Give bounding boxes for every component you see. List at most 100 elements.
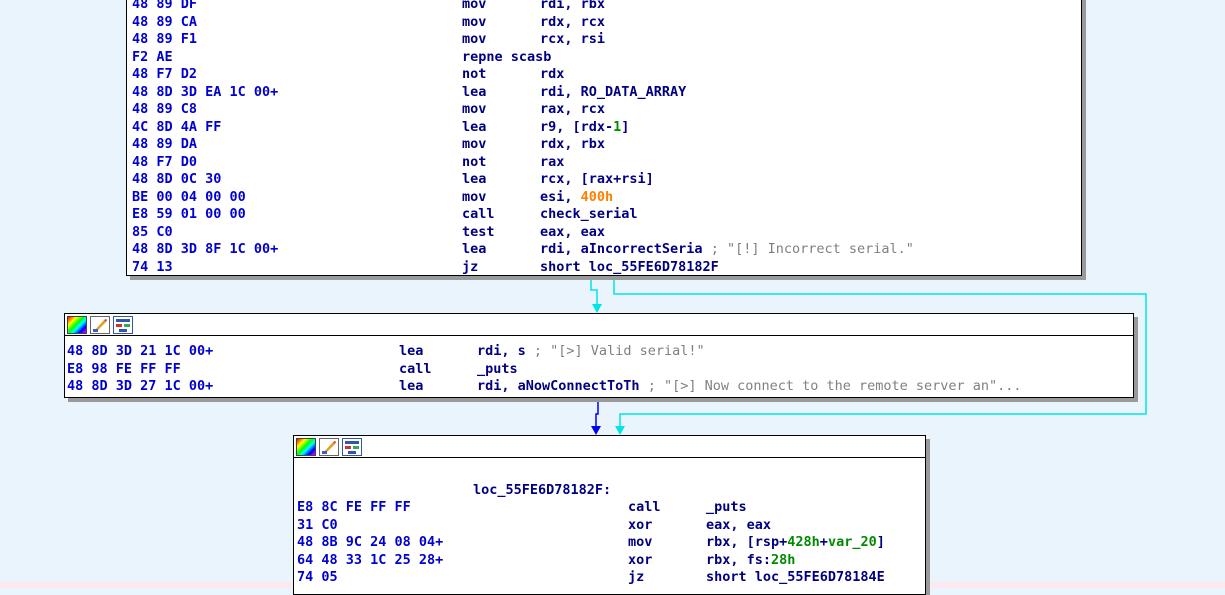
instruction-row[interactable]: E8 8C FE FF FF call _puts [294, 499, 925, 517]
mnemonic: lea [399, 343, 424, 359]
operands: check_serial [540, 206, 638, 224]
instruction-row[interactable]: 48 8D 3D 21 1C 00+ lea rdi, s ; "[>] Valid… [65, 343, 1133, 361]
edge-middle-to-bottom[interactable] [591, 398, 601, 435]
instruction-row[interactable]: 48 89 C8 mov rax, rcx [127, 101, 1081, 119]
mnemonic: test [462, 223, 495, 240]
mnemonic: not [462, 153, 487, 170]
opcode-bytes: 48 8D 0C 30 [132, 171, 222, 187]
pen-icon[interactable] [90, 315, 110, 334]
opcode-bytes: 64 48 33 1C 25 28+ [297, 551, 444, 568]
operand-part: short loc_55FE6D78182F [540, 258, 719, 275]
mnemonic: call [399, 360, 432, 377]
comment: ; "[!] Incorrect serial." [702, 241, 914, 257]
opcode-bytes: 74 05 [297, 569, 338, 585]
operand-part: eax, eax [706, 516, 772, 533]
mnemonic: not [462, 66, 487, 82]
instruction-row[interactable]: 48 8D 3D 27 1C 00+ lea rdi, aNowConnectToT… [65, 378, 1133, 396]
palette-icon[interactable] [296, 437, 316, 456]
opcode-bytes: 48 89 DF [132, 0, 198, 12]
instruction-row[interactable]: 48 89 F1 mov rcx, rsi [127, 31, 1081, 49]
operand-part: rax, rcx [540, 101, 606, 117]
operand-part: _puts [706, 499, 747, 515]
operand-part: _puts [477, 360, 518, 377]
edge-top-to-middle[interactable] [590, 276, 602, 313]
mnemonic: lea [462, 83, 487, 100]
mnemonic: xor [628, 551, 653, 568]
instruction-row[interactable]: 48 89 CA mov rdx, rcx [127, 14, 1081, 32]
operands: rbx, [rsp+428h+var_20] [706, 534, 885, 552]
opcode-bytes: 48 F7 D0 [132, 153, 198, 170]
operands: _puts [706, 499, 747, 517]
mnemonic: jz [462, 258, 479, 275]
operand-part: rdx, rbx [540, 136, 606, 152]
operands: rcx, rsi [540, 31, 605, 49]
mnemonic: call [462, 206, 495, 222]
mnemonic: jz [628, 569, 645, 585]
code-block-loc-55FE6D78182F[interactable]: loc_55FE6D78182F: E8 8C FE FF FF call _put… [293, 435, 926, 595]
instruction-row[interactable]: 48 8B 9C 24 08 04+ mov rbx, [rsp+428h+var_… [294, 534, 925, 552]
graph-view-icon[interactable] [342, 437, 362, 456]
instruction-row[interactable]: 74 13 jz short loc_55FE6D78182F [127, 258, 1081, 276]
label-loc-55FE6D78182F[interactable]: loc_55FE6D78182F: [473, 482, 611, 500]
opcode-bytes: 48 89 CA [132, 13, 198, 30]
operand-part: var_20 [827, 534, 877, 550]
instruction-row[interactable]: 48 F7 D2 not rdx [127, 66, 1081, 84]
palette-icon[interactable] [67, 315, 87, 334]
operands: r9, [rdx-1] [540, 119, 629, 137]
operand-part: check_serial [540, 206, 638, 222]
operand-part: rdi, aIncorrectSeria [540, 241, 703, 257]
opcode-bytes: 48 8D 3D EA 1C 00+ [132, 83, 279, 100]
instruction-row[interactable]: 48 8D 3D 8F 1C 00+ lea rdi, aIncorrectSeri… [127, 241, 1081, 259]
instruction-row[interactable]: E8 98 FE FF FF call _puts [65, 361, 1133, 379]
operands: rdi, s ; "[>] Valid serial!" [477, 343, 705, 361]
mnemonic: lea [462, 118, 487, 135]
instruction-row[interactable]: 74 05 jz short loc_55FE6D78184E [294, 569, 925, 587]
pen-icon[interactable] [319, 437, 339, 456]
operand-part: rbx, fs: [706, 551, 772, 568]
opcode-bytes: 74 13 [132, 258, 173, 275]
code-block-valid-serial[interactable]: 48 8D 3D 21 1C 00+ lea rdi, s ; "[>] Valid… [64, 313, 1134, 398]
comment: ; "[>] Valid serial!" [525, 343, 705, 359]
instruction-row[interactable]: 31 C0 xor eax, eax [294, 517, 925, 535]
operands: eax, eax [540, 224, 605, 242]
instruction-row[interactable]: F2 AE repne scasb [127, 49, 1081, 67]
instruction-row[interactable]: E8 59 01 00 00 call check_serial [127, 206, 1081, 224]
code-block-check-serial[interactable]: 48 89 DF mov rdi, rbx 48 89 CA mov rdx, rcx 48… [126, 0, 1082, 276]
operands: rdx, rcx [540, 14, 605, 32]
graph-view-icon[interactable] [113, 315, 133, 334]
mnemonic: call [628, 499, 661, 515]
instruction-row[interactable]: 48 89 DA mov rdx, rbx [127, 136, 1081, 154]
instruction-row[interactable]: 48 8D 3D EA 1C 00+ lea rdi, RO_DATA_ARRAY [127, 84, 1081, 102]
instruction-row[interactable]: 48 89 DF mov rdi, rbx [127, 0, 1081, 14]
operands: _puts [477, 361, 518, 379]
opcode-bytes: 48 F7 D2 [132, 66, 198, 82]
operands: rax, rcx [540, 101, 605, 119]
block-label: loc_55FE6D78182F: [294, 482, 925, 500]
operand-part: rax [540, 153, 565, 170]
opcode-bytes: 48 89 F1 [132, 31, 198, 47]
operand-part: rcx, rsi [540, 31, 606, 47]
mnemonic: lea [462, 241, 487, 257]
node-toolbar [65, 314, 1133, 336]
opcode-bytes: F2 AE [132, 48, 173, 65]
instruction-row[interactable]: 85 C0 test eax, eax [127, 224, 1081, 242]
operand-part: rdi, s [477, 343, 526, 359]
instruction-row[interactable]: 4C 8D 4A FF lea r9, [rdx-1] [127, 119, 1081, 137]
opcode-bytes: 31 C0 [297, 516, 338, 533]
operands: eax, eax [706, 517, 771, 535]
mnemonic: lea [462, 171, 487, 187]
operand-part: 28h [771, 551, 796, 568]
mnemonic: lea [399, 378, 424, 394]
instruction-row[interactable]: 48 F7 D0 not rax [127, 154, 1081, 172]
opcode-bytes: 48 8D 3D 27 1C 00+ [67, 378, 214, 394]
operands: rdx [540, 66, 564, 84]
operand-part: rdx [540, 66, 565, 82]
opcode-bytes: 48 89 DA [132, 136, 198, 152]
instruction-row[interactable]: 64 48 33 1C 25 28+ xor rbx, fs:28h [294, 552, 925, 570]
opcode-bytes: 48 89 C8 [132, 101, 198, 117]
comment: ; "[>] Now connect to the remote server … [639, 378, 1022, 394]
operand-part: ] [876, 534, 885, 550]
instruction-row[interactable]: 48 8D 0C 30 lea rcx, [rax+rsi] [127, 171, 1081, 189]
instruction-row[interactable]: BE 00 04 00 00 mov esi, 400h [127, 189, 1081, 207]
operand-part: 428h [787, 534, 820, 550]
